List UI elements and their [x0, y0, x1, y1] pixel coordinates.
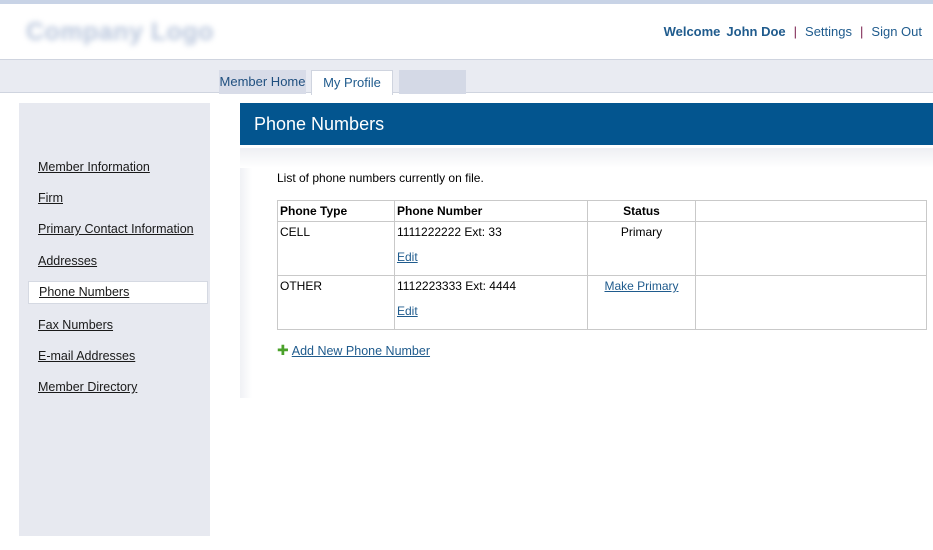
content-panel-shadow	[240, 148, 933, 168]
top-stripe	[0, 0, 933, 4]
sidebar-item-email-addresses[interactable]: E-mail Addresses	[38, 348, 135, 364]
tab-blank[interactable]	[399, 70, 466, 94]
status-cell: Make Primary	[587, 275, 696, 330]
sidebar-item-fax-numbers[interactable]: Fax Numbers	[38, 317, 113, 333]
sidebar-item-firm[interactable]: Firm	[38, 190, 63, 206]
user-bar: Welcome John Doe | Settings | Sign Out	[664, 24, 922, 40]
sidebar-item-addresses[interactable]: Addresses	[38, 253, 97, 269]
sidebar: Member Information Firm Primary Contact …	[19, 103, 210, 536]
phone-type-cell: CELL	[277, 221, 395, 276]
add-new-phone: ✚ Add New Phone Number	[277, 342, 430, 359]
edit-link[interactable]: Edit	[397, 249, 585, 266]
tab-my-profile[interactable]: My Profile	[311, 70, 393, 95]
add-new-phone-number-link[interactable]: Add New Phone Number	[292, 344, 430, 358]
settings-link[interactable]: Settings	[805, 24, 852, 39]
table-header-row: Phone Type Phone Number Status	[277, 200, 927, 222]
column-header-status: Status	[587, 200, 696, 222]
edit-link[interactable]: Edit	[397, 303, 585, 320]
column-header-blank	[695, 200, 927, 222]
sidebar-item-member-directory[interactable]: Member Directory	[38, 379, 137, 395]
separator: |	[860, 24, 864, 39]
make-primary-link[interactable]: Make Primary	[604, 279, 678, 293]
page-title: Phone Numbers	[240, 103, 933, 145]
phone-number-cell: 1111222222 Ext: 33 Edit	[394, 221, 588, 276]
sidebar-item-member-information[interactable]: Member Information	[38, 159, 150, 175]
column-header-phone-type: Phone Type	[277, 200, 395, 222]
sidebar-item-phone-numbers[interactable]: Phone Numbers	[28, 281, 208, 304]
empty-cell	[695, 275, 927, 330]
phone-number-cell: 1112223333 Ext: 4444 Edit	[394, 275, 588, 330]
intro-text: List of phone numbers currently on file.	[277, 171, 484, 185]
plus-icon[interactable]: ✚	[277, 342, 289, 358]
empty-cell	[695, 221, 927, 276]
phone-type-cell: OTHER	[277, 275, 395, 330]
column-header-phone-number: Phone Number	[394, 200, 588, 222]
table-row: OTHER 1112223333 Ext: 4444 Edit Make Pri…	[277, 275, 927, 330]
sign-out-link[interactable]: Sign Out	[871, 24, 922, 39]
table-row: CELL 1111222222 Ext: 33 Edit Primary	[277, 221, 927, 276]
sidebar-item-primary-contact-information[interactable]: Primary Contact Information	[38, 221, 194, 237]
phone-number-value: 1112223333 Ext: 4444	[397, 279, 516, 293]
welcome-label: Welcome	[663, 24, 721, 39]
status-cell: Primary	[587, 221, 696, 276]
phone-numbers-table: Phone Type Phone Number Status CELL 1111…	[277, 200, 927, 330]
tab-bar: Member Home My Profile	[0, 59, 933, 95]
status-primary-label: Primary	[620, 225, 663, 239]
tab-member-home[interactable]: Member Home	[219, 70, 306, 94]
user-name: John Doe	[726, 24, 786, 39]
separator: |	[793, 24, 798, 39]
phone-number-value: 1111222222 Ext: 33	[397, 225, 502, 239]
company-logo[interactable]: Company Logo	[26, 17, 213, 47]
